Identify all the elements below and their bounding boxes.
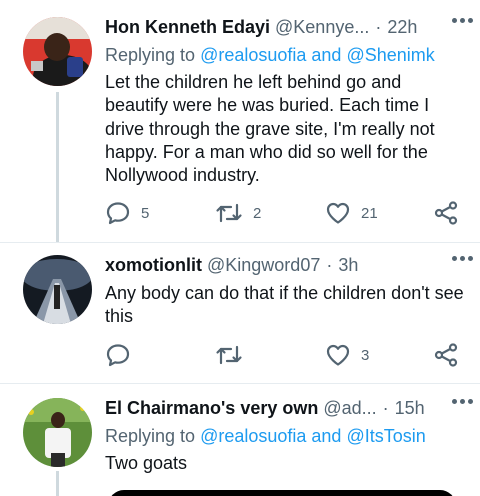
like-button[interactable]: 21 bbox=[325, 200, 378, 226]
tweet-header: El Chairmano's very own @ad... · 15h bbox=[105, 396, 473, 420]
replying-to-users[interactable]: @realosuofia and @ItsTosin bbox=[200, 426, 426, 446]
reply-count: 5 bbox=[141, 204, 150, 222]
more-icon[interactable] bbox=[452, 18, 473, 23]
like-button[interactable]: 3 bbox=[325, 342, 369, 368]
replying-to-prefix: Replying to bbox=[105, 426, 196, 446]
replying-to: Replying to @realosuofia and @ItsTosin bbox=[105, 426, 426, 447]
timestamp[interactable]: 3h bbox=[338, 255, 358, 276]
tweet-header: Hon Kenneth Edayi @Kennye... · 22h bbox=[105, 15, 473, 39]
retweet-icon bbox=[216, 203, 242, 223]
author-name[interactable]: xomotionlit bbox=[105, 255, 202, 276]
share-icon bbox=[434, 201, 458, 225]
retweet-icon bbox=[216, 345, 242, 365]
tweet-3[interactable]: El Chairmano's very own @ad... · 15h Rep… bbox=[0, 384, 480, 496]
avatar[interactable] bbox=[23, 398, 92, 467]
tweet-header: xomotionlit @Kingword07 · 3h bbox=[105, 253, 473, 277]
tweet-2[interactable]: xomotionlit @Kingword07 · 3h Any body ca… bbox=[0, 243, 480, 383]
avatar[interactable] bbox=[23, 255, 92, 324]
heart-icon bbox=[326, 344, 350, 366]
retweet-button[interactable] bbox=[215, 342, 253, 368]
separator: · bbox=[382, 397, 389, 418]
replying-to-users[interactable]: @realosuofia and @Shenimk bbox=[200, 45, 435, 65]
author-handle[interactable]: @Kennye... bbox=[275, 17, 369, 38]
author-name[interactable]: Hon Kenneth Edayi bbox=[105, 17, 270, 38]
tweet-text: Two goats bbox=[105, 453, 188, 473]
reply-icon bbox=[106, 344, 130, 367]
separator: · bbox=[375, 16, 382, 37]
more-icon[interactable] bbox=[452, 399, 473, 404]
thread-line bbox=[56, 92, 59, 242]
author-handle[interactable]: @Kingword07 bbox=[207, 255, 320, 276]
timestamp[interactable]: 22h bbox=[387, 17, 417, 38]
heart-icon bbox=[326, 202, 350, 224]
replying-to-prefix: Replying to bbox=[105, 45, 196, 65]
tweet-text: Let the children he left behind go and b… bbox=[105, 72, 435, 186]
share-button[interactable] bbox=[433, 200, 459, 226]
like-count: 3 bbox=[361, 346, 370, 364]
retweet-button[interactable]: 2 bbox=[215, 200, 261, 226]
reply-icon bbox=[106, 202, 130, 225]
replying-to: Replying to @realosuofia and @Shenimk bbox=[105, 45, 435, 66]
share-icon bbox=[434, 343, 458, 367]
action-bar: 3 bbox=[105, 342, 461, 368]
media-preview[interactable] bbox=[108, 490, 456, 496]
author-name[interactable]: El Chairmano's very own bbox=[105, 398, 318, 419]
reply-button[interactable]: 5 bbox=[105, 200, 149, 226]
tweet-text: Any body can do that if the children don… bbox=[105, 283, 464, 327]
tweet-1[interactable]: Hon Kenneth Edayi @Kennye... · 22h Reply… bbox=[0, 0, 480, 245]
thread-line bbox=[56, 471, 59, 496]
reply-button[interactable] bbox=[105, 342, 141, 368]
avatar[interactable] bbox=[23, 17, 92, 86]
action-bar: 5 2 21 bbox=[105, 200, 461, 226]
like-count: 21 bbox=[361, 204, 378, 222]
retweet-count: 2 bbox=[253, 204, 262, 222]
author-handle[interactable]: @ad... bbox=[323, 398, 376, 419]
more-icon[interactable] bbox=[452, 256, 473, 261]
separator: · bbox=[326, 254, 333, 275]
timestamp[interactable]: 15h bbox=[395, 398, 425, 419]
share-button[interactable] bbox=[433, 342, 459, 368]
